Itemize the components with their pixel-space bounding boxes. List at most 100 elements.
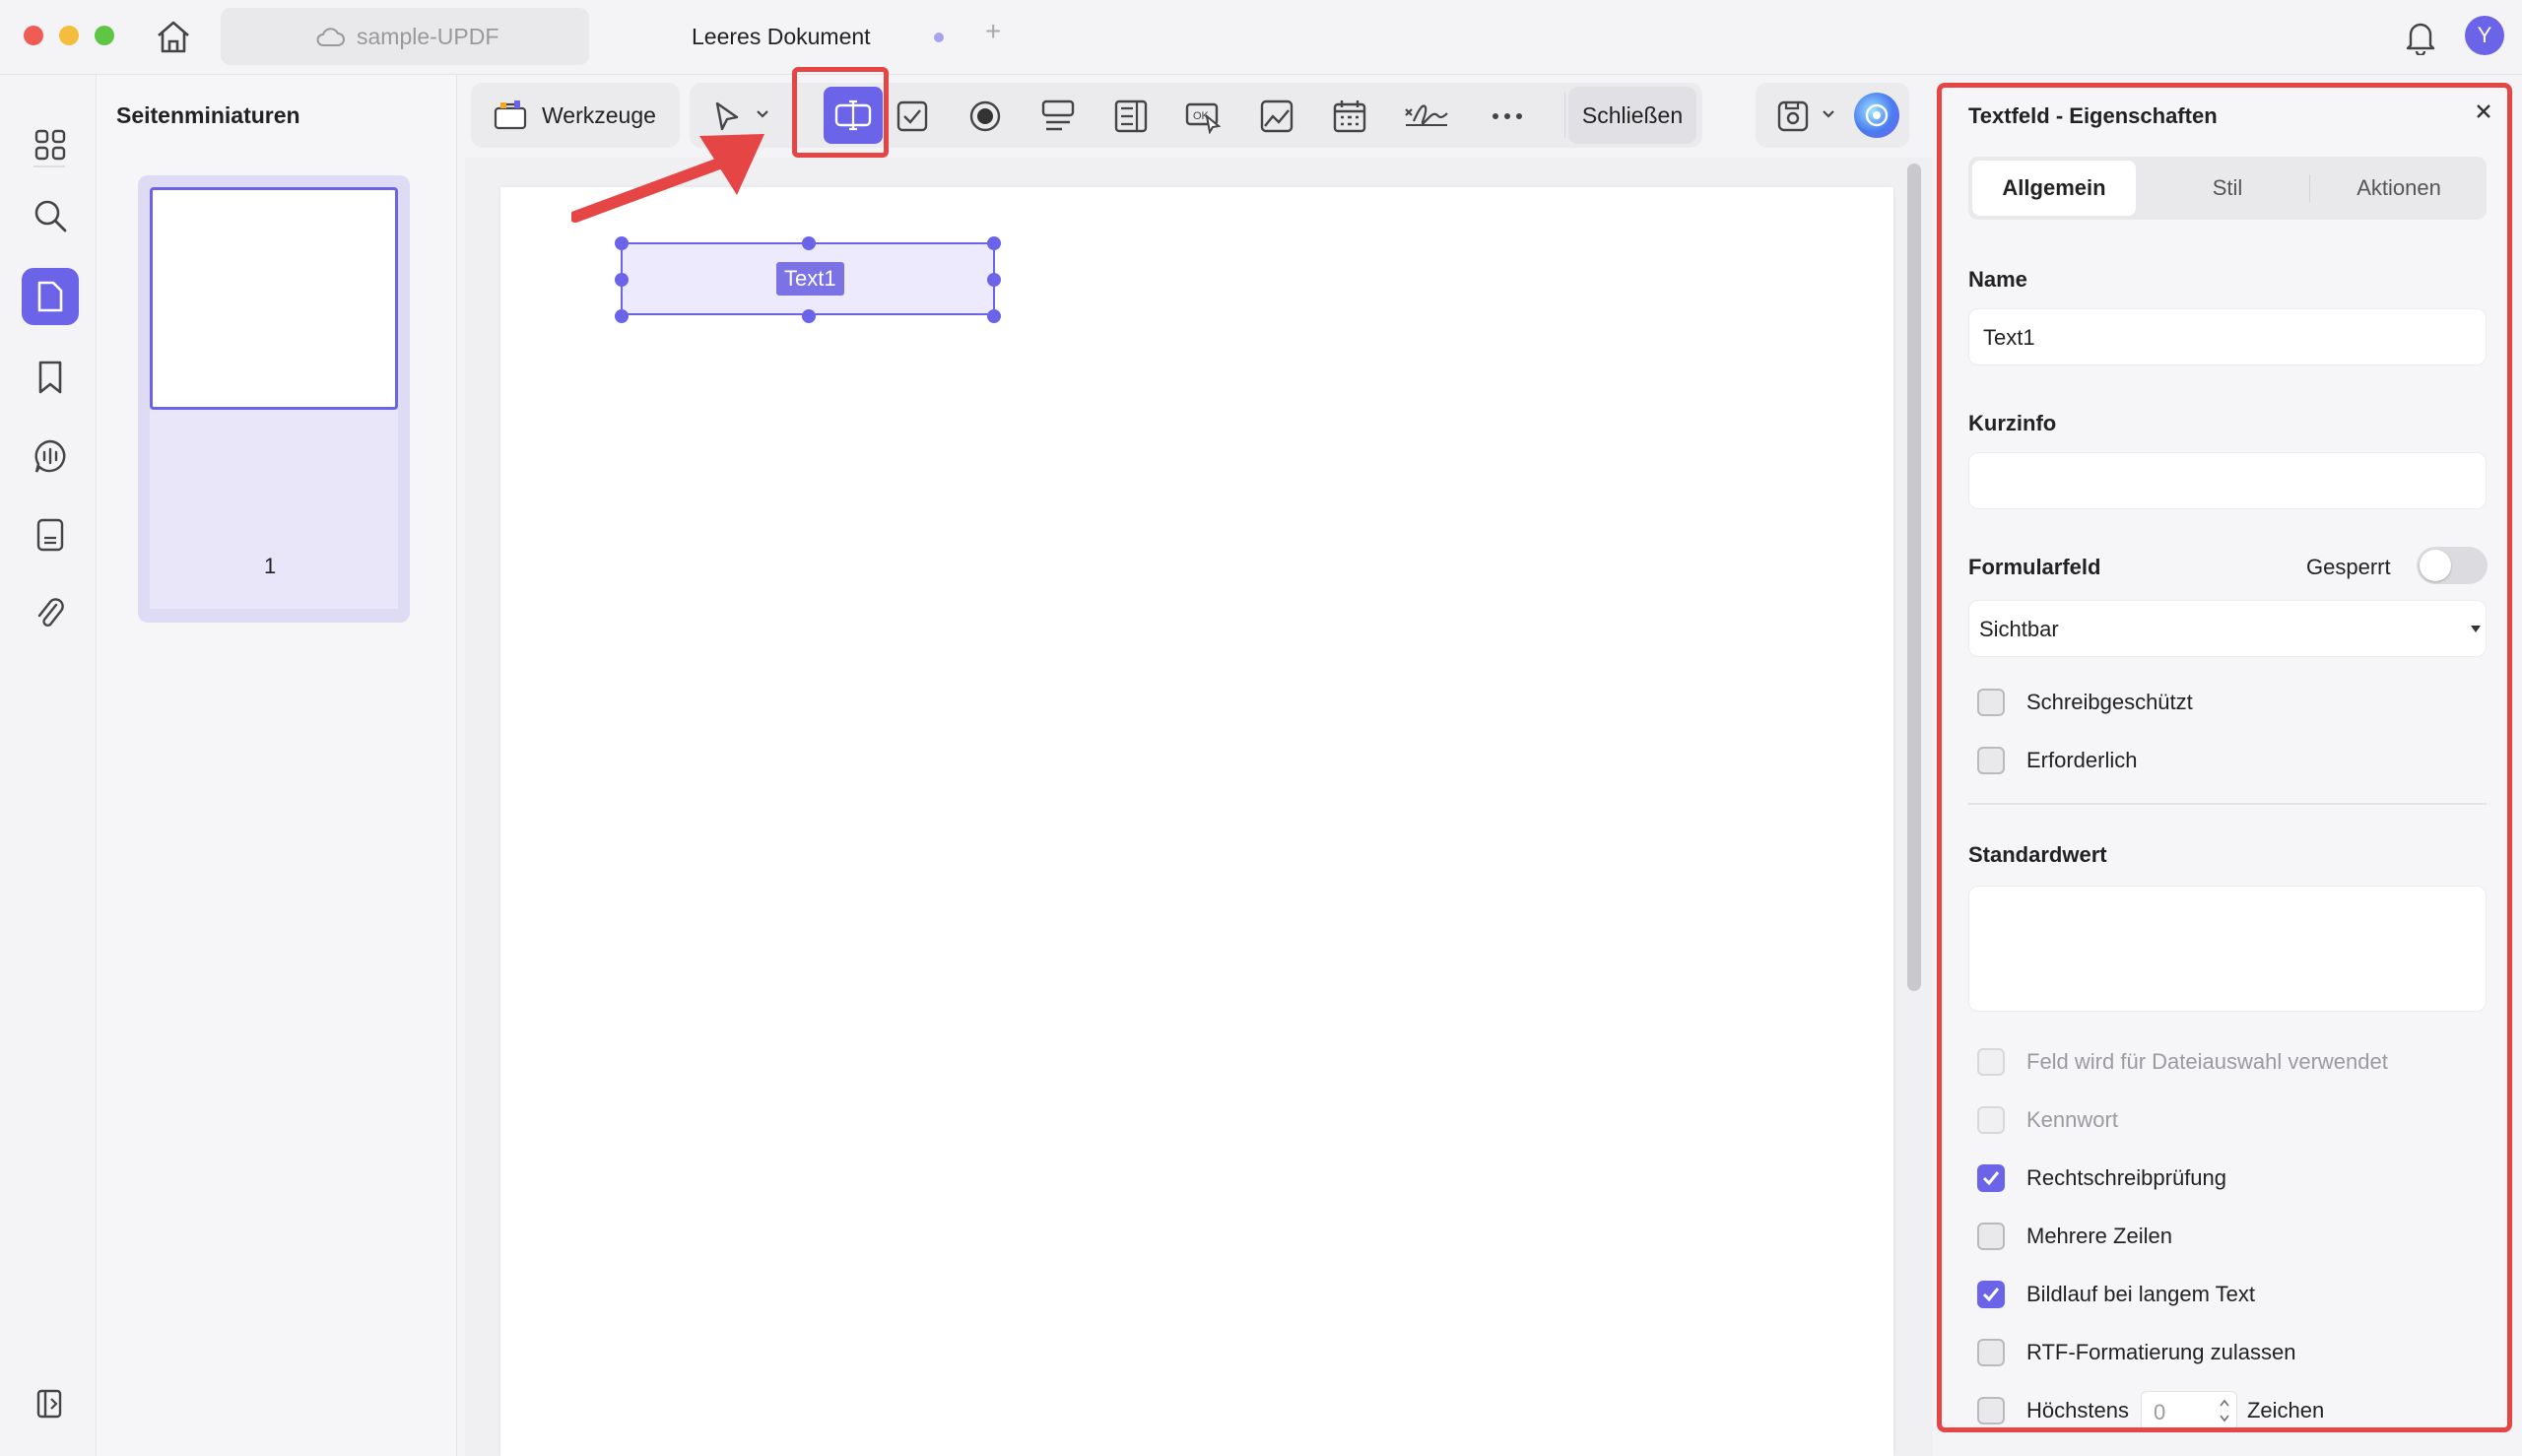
tab-stil[interactable]: Stil bbox=[2146, 161, 2309, 216]
checkbox-label: Rechtschreibprüfung bbox=[2026, 1165, 2227, 1190]
resize-handle[interactable] bbox=[615, 309, 629, 323]
add-tab-button[interactable]: + bbox=[985, 16, 1001, 47]
checkbox-row-schreibgeschuetzt[interactable]: Schreibgeschützt bbox=[1977, 686, 2193, 719]
checkbox bbox=[1977, 1106, 2005, 1134]
resize-handle[interactable] bbox=[987, 236, 1001, 250]
ai-chat-icon[interactable] bbox=[22, 428, 79, 485]
rail-divider bbox=[33, 165, 65, 167]
save-chevron-down-icon[interactable] bbox=[1821, 108, 1836, 120]
checkbox-row-rechtschreibpruefung[interactable]: Rechtschreibprüfung bbox=[1977, 1161, 2226, 1195]
minimize-window-button[interactable] bbox=[59, 26, 79, 45]
locked-label: Gesperrt bbox=[2306, 555, 2391, 579]
toolbox-icon bbox=[493, 99, 528, 132]
chevron-down-icon[interactable] bbox=[755, 108, 770, 120]
toggle-knob bbox=[2420, 550, 2451, 581]
checkbox-label: Erforderlich bbox=[2026, 748, 2138, 772]
resize-handle[interactable] bbox=[987, 273, 1001, 287]
ai-assistant-icon[interactable] bbox=[1854, 93, 1899, 138]
toolbar-divider bbox=[1564, 93, 1565, 138]
checkbox-row-bildlauf[interactable]: Bildlauf bei langem Text bbox=[1977, 1278, 2255, 1311]
checkbox[interactable] bbox=[1977, 1223, 2005, 1250]
date-field-icon[interactable] bbox=[1326, 93, 1373, 140]
checkbox-icon[interactable] bbox=[889, 93, 936, 140]
bookmark-icon[interactable] bbox=[22, 349, 79, 406]
tab-allgemein[interactable]: Allgemein bbox=[1972, 161, 2136, 216]
checkbox bbox=[1977, 1048, 2005, 1076]
checkbox-label: Kennwort bbox=[2026, 1107, 2118, 1132]
resize-handle[interactable] bbox=[802, 236, 816, 250]
vertical-scrollbar[interactable] bbox=[1907, 164, 1921, 991]
image-field-icon[interactable] bbox=[1253, 93, 1300, 140]
checkbox-label: RTF-Formatierung zulassen bbox=[2026, 1340, 2296, 1364]
tab-bar: Allgemein Stil Aktionen bbox=[1968, 157, 2487, 220]
max-chars-unit: Zeichen bbox=[2246, 1398, 2325, 1423]
checkbox-label: Mehrere Zeilen bbox=[2026, 1224, 2172, 1248]
list-box-icon[interactable] bbox=[1034, 93, 1082, 140]
button-icon[interactable]: OK bbox=[1180, 93, 1228, 140]
checkbox-row-rtf[interactable]: RTF-Formatierung zulassen bbox=[1977, 1336, 2295, 1369]
document-icon[interactable] bbox=[22, 506, 79, 563]
close-icon[interactable] bbox=[2474, 101, 2493, 121]
section-divider bbox=[1968, 803, 2487, 805]
save-icon[interactable] bbox=[1769, 93, 1817, 140]
dropdown-icon[interactable] bbox=[1107, 93, 1155, 140]
text-field-label: Text1 bbox=[776, 262, 844, 296]
page-icon[interactable] bbox=[22, 268, 79, 325]
max-chars-stepper[interactable]: 0 bbox=[2140, 1391, 2237, 1427]
checkbox-row-dateiauswahl: Feld wird für Dateiauswahl verwendet bbox=[1977, 1045, 2388, 1079]
resize-handle[interactable] bbox=[615, 273, 629, 287]
checkbox[interactable] bbox=[1977, 689, 2005, 716]
default-value-label: Standardwert bbox=[1968, 842, 2107, 867]
locked-toggle[interactable] bbox=[2417, 547, 2488, 584]
tab-aktionen[interactable]: Aktionen bbox=[2315, 161, 2483, 216]
close-form-button[interactable]: Schließen bbox=[1568, 87, 1696, 144]
text-field-widget[interactable]: Text1 bbox=[615, 236, 1001, 323]
panel-title: Seitenminiaturen bbox=[116, 102, 300, 128]
stepper-arrows-icon[interactable] bbox=[2219, 1395, 2230, 1426]
unsaved-dot-icon bbox=[934, 33, 944, 42]
tab-leeres-dokument[interactable]: Leeres Dokument bbox=[611, 8, 985, 65]
sidebar-toggle-icon[interactable] bbox=[22, 1375, 79, 1432]
properties-panel: Textfeld - Eigenschaften Allgemein Stil … bbox=[1937, 83, 2512, 1432]
annotation-arrow bbox=[571, 124, 778, 223]
default-value-field[interactable] bbox=[1968, 886, 2487, 1012]
checkbox[interactable] bbox=[1977, 1397, 2005, 1424]
save-group bbox=[1756, 83, 1909, 148]
checkbox[interactable] bbox=[1977, 1339, 2005, 1366]
name-label: Name bbox=[1968, 267, 2027, 292]
visibility-select[interactable]: Sichtbar bbox=[1968, 600, 2487, 657]
resize-handle[interactable] bbox=[802, 309, 816, 323]
name-field[interactable]: Text1 bbox=[1968, 308, 2487, 365]
tooltip-label: Kurzinfo bbox=[1968, 411, 2057, 435]
left-rail bbox=[0, 75, 97, 1456]
checkbox-row-erforderlich[interactable]: Erforderlich bbox=[1977, 744, 2137, 777]
name-value: Text1 bbox=[1983, 325, 2035, 350]
avatar[interactable]: Y bbox=[2465, 16, 2504, 55]
checkbox[interactable] bbox=[1977, 747, 2005, 774]
zoom-window-button[interactable] bbox=[95, 26, 114, 45]
bell-icon[interactable] bbox=[2404, 18, 2437, 55]
close-window-button[interactable] bbox=[24, 26, 43, 45]
tooltip-field[interactable] bbox=[1968, 452, 2487, 509]
radio-icon[interactable] bbox=[962, 93, 1009, 140]
tab-sample-updf[interactable]: sample-UPDF bbox=[221, 8, 589, 65]
search-icon[interactable] bbox=[22, 187, 79, 244]
resize-handle[interactable] bbox=[987, 309, 1001, 323]
max-chars-value: 0 bbox=[2153, 1400, 2166, 1424]
home-icon[interactable] bbox=[154, 18, 193, 55]
panel-title: Textfeld - Eigenschaften bbox=[1968, 103, 2218, 128]
checkbox-row-hoechstens[interactable]: Höchstens 0 Zeichen bbox=[1977, 1391, 2325, 1427]
resize-handle[interactable] bbox=[615, 236, 629, 250]
signature-icon[interactable] bbox=[1399, 93, 1454, 140]
visibility-value: Sichtbar bbox=[1979, 617, 2059, 641]
checkbox-label: Schreibgeschützt bbox=[2026, 690, 2193, 714]
checkbox[interactable] bbox=[1977, 1164, 2005, 1192]
checkbox[interactable] bbox=[1977, 1281, 2005, 1308]
more-icon[interactable] bbox=[1484, 93, 1531, 140]
thumbnail-page-image bbox=[150, 187, 398, 410]
document-page[interactable]: Text1 bbox=[500, 187, 1893, 1456]
attachment-icon[interactable] bbox=[22, 585, 79, 642]
checkbox-label: Höchstens bbox=[2026, 1398, 2129, 1423]
checkbox-row-mehrere-zeilen[interactable]: Mehrere Zeilen bbox=[1977, 1220, 2172, 1253]
tab-divider bbox=[2309, 174, 2310, 202]
